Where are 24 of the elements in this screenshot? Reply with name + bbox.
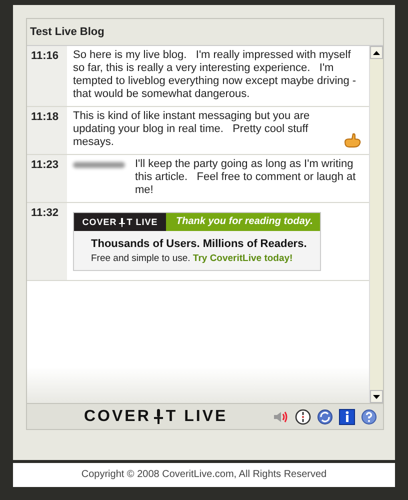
scroll-up-icon[interactable] (370, 46, 383, 59)
entry-text: So here is my live blog. I'm really impressed with myself so far, this is really a very interesting experience. I'm tempted to liveblog everything now except maybe driving - that would be somewhat dangerous. (73, 49, 358, 101)
entry-time: 11:18 (27, 107, 67, 154)
speaker-icon[interactable] (274, 410, 289, 422)
scrollbar[interactable] (369, 46, 383, 403)
ad-text: Free and simple to use. (91, 253, 190, 264)
refresh-icon[interactable] (317, 408, 333, 424)
redacted-name (73, 162, 125, 168)
entry-text: This is kind of like instant messaging but you are updating your blog in real time. Pretty cool stuff mesays. (73, 110, 311, 149)
brand-logo: COVER T LIVE (84, 408, 228, 426)
entry-time: 11:16 (27, 46, 67, 106)
ad-link[interactable]: Try CoveritLive today! (192, 253, 293, 264)
ad-tagline: Thank you for reading today. (166, 213, 320, 231)
copyright-text: Copyright © 2008 CoveritLive.com, All Rights Reserved (13, 463, 395, 487)
ad-banner[interactable]: COVER T LIVE Thank you for reading today. Thousands of Users. Millions of Readers. Free and simple to use. Try CoveritLive today! (73, 212, 321, 271)
help-icon[interactable] (361, 408, 377, 424)
scroll-down-icon[interactable] (370, 390, 383, 403)
entry-text: I'll keep the party going as long as I'm writing this article. Feel free to comment or laugh at me! (135, 158, 357, 197)
ad-logo: COVER T LIVE (74, 213, 166, 231)
ad-headline: Thousands of Users. Millions of Readers. (91, 238, 308, 250)
entry-time: 11:23 (27, 155, 67, 202)
pointing-hand-icon (343, 133, 363, 149)
entry-time: 11:32 (27, 203, 67, 280)
info-icon[interactable] (339, 408, 355, 424)
